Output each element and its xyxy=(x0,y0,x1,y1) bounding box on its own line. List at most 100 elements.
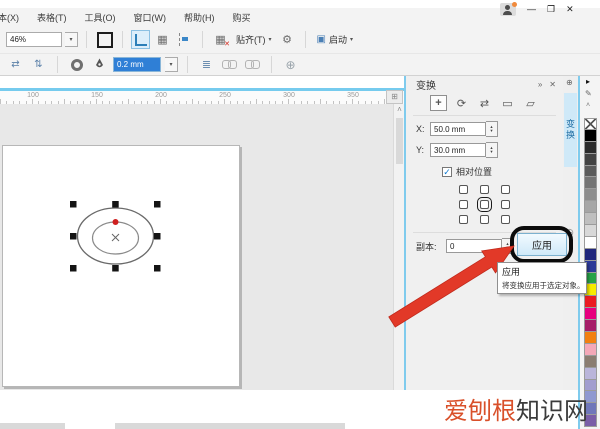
chevron-down-icon: ▾ xyxy=(269,36,272,43)
mirror-horizontal-button[interactable]: ⇄ xyxy=(6,55,25,74)
horizontal-ruler[interactable]: 100150200250300350400 xyxy=(0,88,405,104)
color-swatch[interactable] xyxy=(584,344,597,356)
close-button[interactable]: ✕ xyxy=(566,2,574,16)
no-color-swatch[interactable] xyxy=(584,118,597,130)
options-gear-button[interactable]: ⚙ xyxy=(278,30,297,49)
relative-position-label: 相对位置 xyxy=(456,165,492,178)
ruler-origin-icon[interactable]: ⊞ xyxy=(386,90,403,104)
show-page-border-button[interactable] xyxy=(95,30,114,49)
color-swatch[interactable] xyxy=(584,308,597,320)
color-swatch[interactable] xyxy=(584,142,597,154)
color-swatch[interactable] xyxy=(584,332,597,344)
menu-item[interactable]: 本(X) xyxy=(0,11,28,24)
chain-icon xyxy=(222,60,237,69)
menu-item[interactable]: 帮助(H) xyxy=(175,11,224,24)
tooltip-title: 应用 xyxy=(502,265,582,278)
y-label: Y: xyxy=(416,145,430,155)
transform-tab-3[interactable]: ▭ xyxy=(499,95,516,111)
docker-close-icon[interactable]: ✕ xyxy=(549,80,556,89)
color-swatch[interactable] xyxy=(584,249,597,261)
snap-to-menu[interactable]: 贴齐(T) ▾ xyxy=(233,33,275,46)
anchor-point-grid xyxy=(454,185,516,224)
color-swatch[interactable] xyxy=(584,166,597,178)
quick-customize-icon[interactable]: ⊕ xyxy=(566,78,573,87)
y-input[interactable]: 30.0 mm xyxy=(430,143,486,157)
transform-tab-1[interactable]: ⟳ xyxy=(453,95,470,111)
palette-flyout-icon[interactable]: ▸ xyxy=(586,77,590,86)
link-button[interactable] xyxy=(220,55,239,74)
anchor-cell[interactable] xyxy=(501,215,510,224)
show-grid-button[interactable]: ▦ xyxy=(153,30,172,49)
ruler-label: 300 xyxy=(283,92,295,99)
docker-tab-transform[interactable]: 变换 xyxy=(564,93,577,167)
anchor-cell[interactable] xyxy=(459,200,468,209)
watermark-rest: 知识网 xyxy=(516,398,588,425)
color-swatch[interactable] xyxy=(584,213,597,225)
selection-handles[interactable] xyxy=(70,201,161,272)
x-input[interactable]: 50.0 mm xyxy=(430,122,486,136)
outline-pen-button[interactable] xyxy=(90,55,109,74)
outline-width-input[interactable]: 0.2 mm xyxy=(113,57,161,72)
snap-off-button[interactable]: ▦✕ xyxy=(211,30,230,49)
transform-tab-0[interactable]: + xyxy=(430,95,447,111)
color-swatch[interactable] xyxy=(584,368,597,380)
color-swatch[interactable] xyxy=(584,130,597,142)
anchor-cell[interactable] xyxy=(501,200,510,209)
bottom-bar-right xyxy=(115,423,345,429)
color-swatch[interactable] xyxy=(584,201,597,213)
color-swatch[interactable] xyxy=(584,320,597,332)
menu-item[interactable]: 表格(T) xyxy=(28,11,76,24)
anchor-cell[interactable] xyxy=(459,185,468,194)
watermark: 爱刨根知识网 xyxy=(444,391,588,426)
zoom-level-input[interactable]: 46% xyxy=(6,32,62,47)
anchor-cell[interactable] xyxy=(480,200,489,209)
menu-item[interactable]: 工具(O) xyxy=(76,11,125,24)
transform-tab-2[interactable]: ⇄ xyxy=(476,95,493,111)
menu-item[interactable]: 窗口(W) xyxy=(125,11,176,24)
anchor-cell[interactable] xyxy=(480,215,489,224)
scrollbar-thumb[interactable] xyxy=(396,118,403,164)
show-rulers-button[interactable] xyxy=(131,30,150,49)
palette-scroll-up-icon[interactable]: ˄ xyxy=(586,102,590,109)
relative-position-checkbox[interactable]: ✓ xyxy=(442,167,452,177)
red-x-icon: ✕ xyxy=(224,40,230,48)
color-swatch[interactable] xyxy=(584,296,597,308)
color-swatch[interactable] xyxy=(584,225,597,237)
center-x-marker xyxy=(112,234,119,241)
anchor-cell[interactable] xyxy=(480,185,489,194)
transform-tab-4[interactable]: ▱ xyxy=(522,95,539,111)
account-avatar-icon[interactable] xyxy=(500,3,516,16)
unlink-button[interactable] xyxy=(243,55,262,74)
color-swatch[interactable] xyxy=(584,356,597,368)
color-swatch[interactable] xyxy=(584,177,597,189)
zoom-dropdown-icon[interactable]: ▾ xyxy=(65,32,78,47)
launch-menu[interactable]: ▣ 启动 ▾ xyxy=(314,33,356,46)
outer-ellipse[interactable] xyxy=(78,208,154,264)
color-swatch[interactable] xyxy=(584,189,597,201)
color-swatch[interactable] xyxy=(584,154,597,166)
selected-ellipse-graphic[interactable] xyxy=(0,104,405,390)
node-red-dot[interactable] xyxy=(113,219,119,225)
drawing-canvas[interactable]: ˄ xyxy=(0,104,405,390)
copies-input[interactable]: 0 xyxy=(446,239,502,253)
minimize-button[interactable]: — xyxy=(527,2,536,16)
show-guidelines-button[interactable] xyxy=(175,30,194,49)
mirror-vertical-button[interactable]: ⇅ xyxy=(29,55,48,74)
anchor-cell[interactable] xyxy=(501,185,510,194)
wireframe-fill-button[interactable] xyxy=(67,55,86,74)
x-spinner[interactable]: ▴▾ xyxy=(486,121,498,137)
color-swatch[interactable] xyxy=(584,380,597,392)
ruler-label: 200 xyxy=(155,92,167,99)
docker-collapse-icon[interactable]: » xyxy=(538,80,542,89)
palette-pen-icon[interactable]: ✎ xyxy=(585,89,592,98)
color-swatch[interactable] xyxy=(584,237,597,249)
window-controls: — ❐ ✕ xyxy=(500,1,596,17)
y-spinner[interactable]: ▴▾ xyxy=(486,142,498,158)
menu-item[interactable]: 购买 xyxy=(224,11,260,24)
restore-button[interactable]: ❐ xyxy=(547,2,555,16)
text-wrap-button[interactable]: ≣ xyxy=(197,55,216,74)
anchor-cell[interactable] xyxy=(459,215,468,224)
outline-width-dropdown-icon[interactable]: ▾ xyxy=(165,57,178,72)
apply-tooltip: 应用 将变换应用于选定对象。 xyxy=(497,262,587,294)
add-plus-button[interactable]: ⊕ xyxy=(281,55,300,74)
